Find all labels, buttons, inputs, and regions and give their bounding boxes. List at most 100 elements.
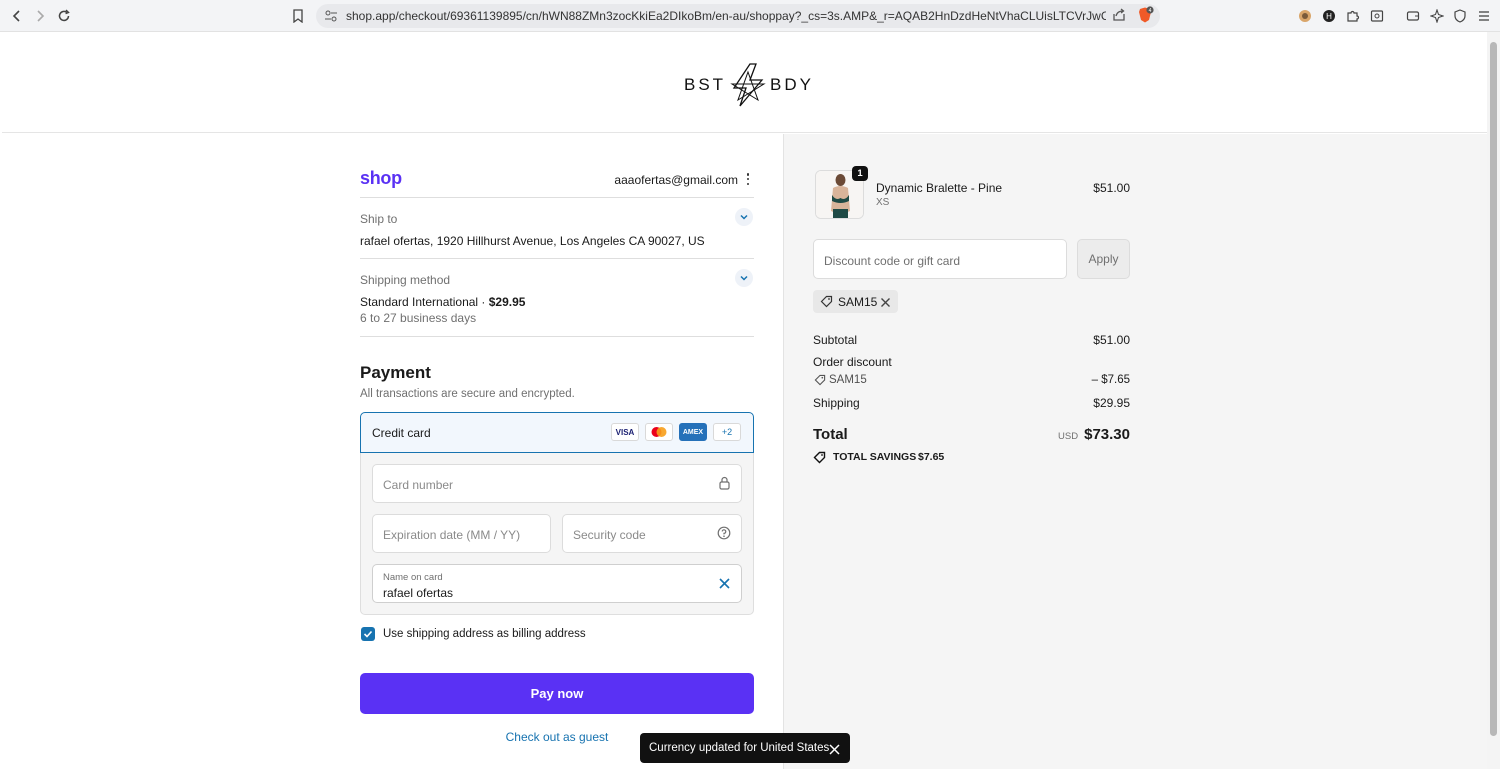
wallet-icon[interactable] bbox=[1405, 8, 1421, 24]
security-code-field[interactable]: Security code bbox=[562, 514, 742, 553]
amex-icon: AMEX bbox=[679, 423, 707, 441]
order-discount-row: Order discount bbox=[813, 355, 1130, 369]
divider bbox=[360, 336, 754, 337]
apply-button[interactable]: Apply bbox=[1077, 239, 1130, 279]
leo-ai-icon[interactable] bbox=[1429, 8, 1445, 24]
checkmark-icon bbox=[363, 630, 373, 638]
clear-icon[interactable] bbox=[718, 577, 731, 595]
more-options-icon[interactable] bbox=[744, 171, 752, 187]
billing-address-label[interactable]: Use shipping address as billing address bbox=[383, 628, 586, 640]
product-price: $51.00 bbox=[1093, 181, 1130, 195]
site-settings-icon[interactable] bbox=[324, 9, 338, 28]
name-on-card-field[interactable]: Name on card rafael ofertas bbox=[372, 564, 742, 603]
shipping-eta: 6 to 27 business days bbox=[360, 311, 477, 325]
discount-code-text: SAM15 bbox=[829, 374, 867, 386]
url-text: shop.app/checkout/69361139895/cn/hWN88ZM… bbox=[346, 9, 1106, 23]
more-cards-badge: +2 bbox=[713, 423, 741, 441]
name-on-card-label: Name on card bbox=[383, 572, 443, 583]
back-icon[interactable] bbox=[7, 6, 27, 26]
subtotal-row: Subtotal $51.00 bbox=[813, 333, 1130, 347]
lock-icon bbox=[718, 476, 731, 495]
tag-icon bbox=[813, 451, 826, 467]
payment-title: Payment bbox=[360, 363, 431, 382]
shipping-method-price: $29.95 bbox=[488, 295, 526, 309]
divider bbox=[360, 258, 754, 259]
discount-placeholder: Discount code or gift card bbox=[824, 254, 961, 268]
shipping-label: Shipping bbox=[813, 396, 860, 410]
shipping-row: Shipping $29.95 bbox=[813, 396, 1130, 410]
remove-discount-icon[interactable] bbox=[880, 295, 891, 313]
total-savings-label: TOTAL SAVINGS bbox=[833, 451, 917, 463]
discount-code-input[interactable]: Discount code or gift card bbox=[813, 239, 1067, 279]
store-header: BST BDY bbox=[2, 32, 1487, 133]
credit-card-label: Credit card bbox=[372, 426, 431, 440]
toast-message: Currency updated for United States bbox=[649, 742, 830, 754]
scrollbar-thumb[interactable] bbox=[1490, 42, 1497, 736]
card-brands: VISA AMEX +2 bbox=[611, 423, 741, 441]
shop-pay-logo: shop bbox=[360, 168, 402, 188]
visa-icon: VISA bbox=[611, 423, 639, 441]
share-icon[interactable] bbox=[1112, 8, 1126, 27]
credit-card-option[interactable]: Credit card VISA AMEX +2 bbox=[360, 412, 754, 453]
order-discount-label: Order discount bbox=[813, 355, 892, 369]
extensions-puzzle-icon[interactable] bbox=[1345, 8, 1361, 24]
svg-text:4: 4 bbox=[1149, 8, 1152, 14]
logo-text-right: BDY bbox=[770, 75, 814, 94]
shipping-method-label: Shipping method bbox=[360, 273, 451, 287]
total-currency: USD bbox=[1058, 431, 1079, 442]
subtotal-value: $51.00 bbox=[1093, 333, 1130, 347]
menu-icon[interactable] bbox=[1476, 8, 1492, 24]
scrollbar[interactable] bbox=[1487, 32, 1500, 769]
tag-icon bbox=[814, 374, 826, 389]
reader-mode-icon[interactable] bbox=[1369, 8, 1385, 24]
expiration-date-field[interactable]: Expiration date (MM / YY) bbox=[372, 514, 551, 553]
shipping-value: $29.95 bbox=[1093, 396, 1130, 410]
applied-discount-chip: SAM15 bbox=[813, 290, 898, 313]
ship-to-label: Ship to bbox=[360, 212, 398, 226]
store-logo[interactable]: BST BDY bbox=[684, 60, 814, 110]
mastercard-icon bbox=[645, 423, 673, 441]
security-code-placeholder: Security code bbox=[573, 528, 646, 542]
shipping-method-text: Standard International · bbox=[360, 295, 489, 309]
discount-value: – $7.65 bbox=[1091, 374, 1130, 386]
help-circle-icon[interactable] bbox=[717, 526, 731, 545]
billing-address-checkbox[interactable] bbox=[361, 627, 375, 641]
lightning-logo-icon bbox=[730, 63, 766, 107]
browser-toolbar: shop.app/checkout/69361139895/cn/hWN88ZM… bbox=[0, 0, 1500, 32]
chevron-down-icon[interactable] bbox=[735, 269, 753, 287]
ship-to-address: rafael ofertas, 1920 Hillhurst Avenue, L… bbox=[360, 234, 705, 248]
pay-now-button[interactable]: Pay now bbox=[360, 673, 754, 714]
applied-discount-code: SAM15 bbox=[838, 295, 878, 309]
reload-icon[interactable] bbox=[54, 6, 74, 26]
card-number-field[interactable]: Card number bbox=[372, 464, 742, 503]
total-label: Total bbox=[813, 426, 848, 443]
payment-subtitle: All transactions are secure and encrypte… bbox=[360, 388, 575, 400]
account-row: shop aaaofertas@gmail.com bbox=[360, 168, 754, 198]
svg-text:H: H bbox=[1326, 12, 1332, 21]
product-variant: XS bbox=[876, 197, 890, 208]
logo-text-left: BST bbox=[684, 75, 727, 94]
tag-icon bbox=[820, 295, 833, 313]
close-icon[interactable] bbox=[829, 742, 840, 760]
expiration-date-placeholder: Expiration date (MM / YY) bbox=[383, 528, 521, 542]
product-name: Dynamic Bralette - Pine bbox=[876, 181, 1003, 195]
subtotal-label: Subtotal bbox=[813, 333, 858, 347]
guest-checkout-text[interactable]: Check out as guest bbox=[506, 730, 609, 744]
vpn-shield-icon[interactable] bbox=[1452, 8, 1468, 24]
bookmark-icon[interactable] bbox=[288, 6, 308, 26]
extension-icon[interactable] bbox=[1297, 8, 1313, 24]
account-email: aaaofertas@gmail.com bbox=[614, 173, 738, 187]
brave-shields-icon[interactable]: 4 bbox=[1136, 6, 1154, 29]
address-bar[interactable]: shop.app/checkout/69361139895/cn/hWN88ZM… bbox=[316, 4, 1160, 28]
quantity-badge: 1 bbox=[852, 166, 868, 181]
card-form: Card number Expiration date (MM / YY) Se… bbox=[360, 453, 754, 615]
card-number-placeholder: Card number bbox=[383, 478, 454, 492]
chevron-down-icon[interactable] bbox=[735, 208, 753, 226]
extension-icon[interactable]: H bbox=[1321, 8, 1337, 24]
total-value: $73.30 bbox=[1084, 426, 1130, 443]
forward-icon[interactable] bbox=[30, 6, 50, 26]
currency-toast: Currency updated for United States bbox=[640, 733, 850, 763]
shipping-method-name: Standard International · $29.95 bbox=[360, 295, 525, 309]
total-savings-value: $7.65 bbox=[918, 451, 945, 463]
name-on-card-value: rafael ofertas bbox=[383, 586, 454, 600]
